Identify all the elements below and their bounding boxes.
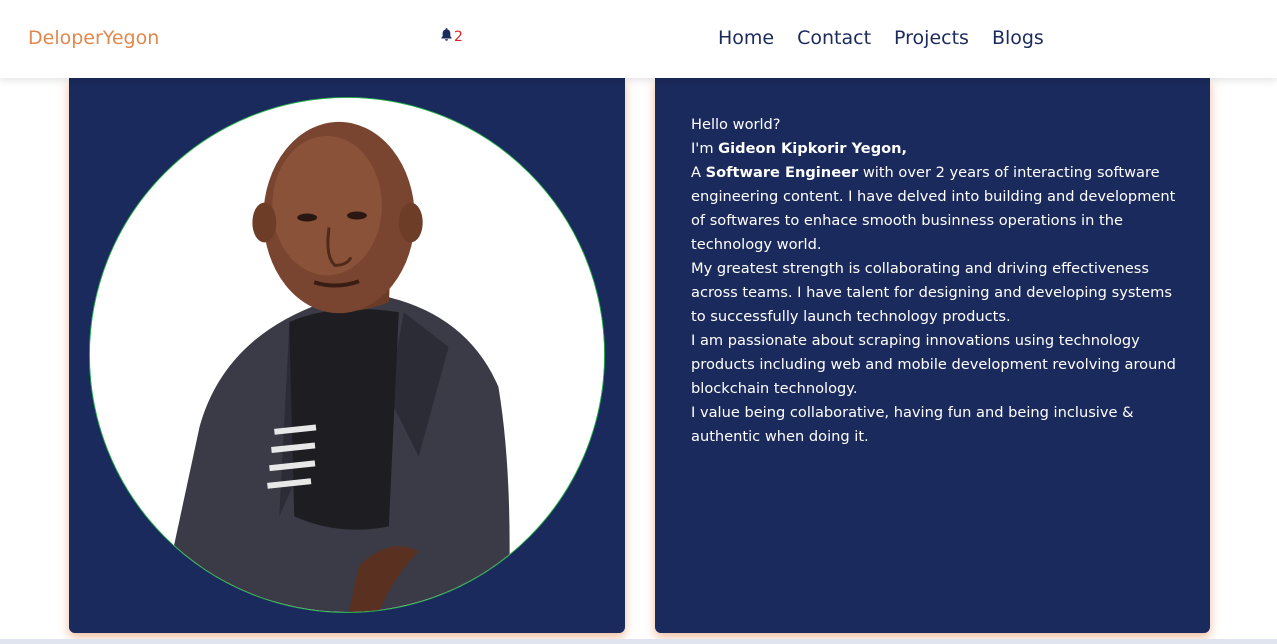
- nav-link-contact[interactable]: Contact: [797, 27, 871, 49]
- navbar: DeloperYegon 2 Home Contact Projects Blo…: [0, 0, 1277, 78]
- nav-link-projects[interactable]: Projects: [894, 27, 969, 49]
- bio-name: Gideon Kipkorir Yegon,: [718, 140, 908, 157]
- page-bottom-strip: [0, 639, 1277, 644]
- nav-link-blogs[interactable]: Blogs: [992, 27, 1044, 49]
- bio-paragraph-values: I value being collaborative, having fun …: [691, 404, 1134, 445]
- bio-role-paragraph: A Software Engineer with over 2 years of…: [691, 161, 1181, 257]
- bio-intro-prefix: I'm: [691, 140, 719, 157]
- bio-paragraph-passion: I am passionate about scraping innovatio…: [691, 332, 1176, 397]
- bio-paragraph-strength: My greatest strength is collaborating an…: [691, 260, 1172, 325]
- portrait-illustration: [90, 98, 604, 612]
- bio-intro: I'm Gideon Kipkorir Yegon,: [691, 137, 1181, 161]
- profile-photo-card: [69, 78, 625, 633]
- portrait-photo: [89, 97, 605, 613]
- bio-greeting: Hello world?: [691, 116, 781, 133]
- bio-role-prefix: A: [691, 164, 706, 181]
- nav-link-home[interactable]: Home: [718, 27, 774, 49]
- bio-text: Hello world? I'm Gideon Kipkorir Yegon, …: [691, 113, 1181, 449]
- bio-card: Hello world? I'm Gideon Kipkorir Yegon, …: [655, 78, 1210, 633]
- bell-icon: [441, 28, 452, 41]
- brand-logo-link[interactable]: DeloperYegon: [28, 27, 159, 49]
- notification-count-badge: 2: [454, 29, 463, 45]
- bio-role: Software Engineer: [705, 164, 859, 181]
- nav-links: Home Contact Projects Blogs: [718, 27, 1067, 49]
